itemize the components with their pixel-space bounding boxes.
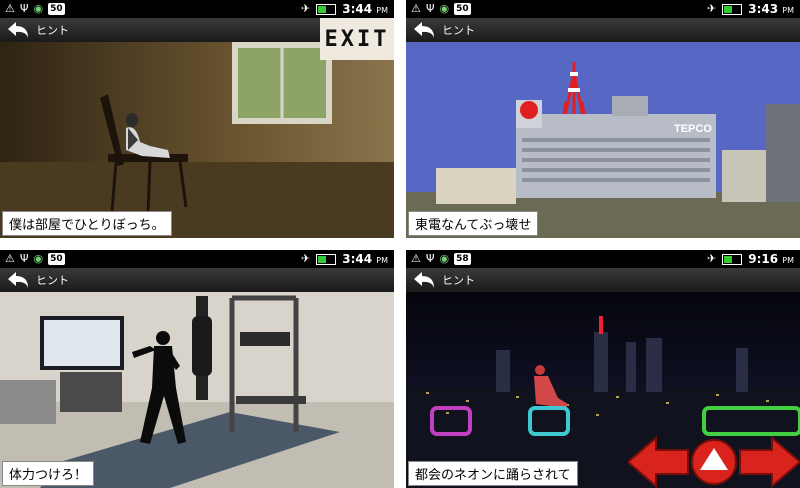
- alert-icon: ⚠: [411, 252, 421, 265]
- title-bar: ヒント: [0, 268, 394, 292]
- wifi-icon: ◉: [33, 252, 44, 265]
- alert-icon: ⚠: [5, 2, 15, 15]
- battery-icon: [722, 3, 743, 15]
- status-bar: ⚠ Ψ ◉ 50 ✈ 3:44 PM: [0, 0, 394, 18]
- nav-title: ヒント: [442, 274, 475, 287]
- airplane-icon: ✈: [301, 252, 311, 265]
- battery-icon: [316, 253, 337, 265]
- nav-title: ヒント: [36, 274, 69, 287]
- back-arrow-icon[interactable]: [412, 20, 436, 40]
- airplane-icon: ✈: [301, 2, 311, 15]
- left-arrow-icon[interactable]: [628, 436, 689, 488]
- status-bar: ⚠ Ψ ◉ 58 ✈ 9:16 PM: [406, 250, 800, 268]
- control-pad: [628, 436, 800, 488]
- status-bar: ⚠ Ψ ◉ 50 ✈ 3:43 PM: [406, 0, 800, 18]
- notification-badge: 50: [454, 3, 471, 15]
- back-arrow-icon[interactable]: [6, 270, 30, 290]
- nav-title: ヒント: [36, 24, 69, 37]
- caption: 僕は部屋でひとりぼっち。: [2, 211, 172, 236]
- wifi-icon: ◉: [33, 2, 44, 15]
- airplane-icon: ✈: [707, 2, 717, 15]
- notification-badge: 50: [48, 3, 65, 15]
- room-scene: [0, 42, 394, 238]
- usb-icon: Ψ: [19, 2, 29, 15]
- screenshot-night-city: ⚠ Ψ ◉ 58 ✈ 9:16 PM ヒント 都会のネオンに踊らされて: [406, 250, 800, 488]
- clock: 9:16 PM: [748, 252, 794, 266]
- battery-icon: [722, 253, 743, 265]
- clock: 3:44 PM: [342, 252, 388, 266]
- usb-icon: Ψ: [19, 252, 29, 265]
- alert-icon: ⚠: [411, 2, 421, 15]
- gym-scene: [0, 292, 394, 488]
- clock: 3:43 PM: [748, 2, 794, 16]
- battery-icon: [316, 3, 337, 15]
- nav-title: ヒント: [442, 24, 475, 37]
- notification-badge: 58: [454, 253, 471, 265]
- wifi-icon: ◉: [439, 2, 450, 15]
- exit-button[interactable]: EXIT: [320, 18, 394, 60]
- screenshot-room: ⚠ Ψ ◉ 50 ✈ 3:44 PM ヒント EXIT 僕は部屋でひとりぼっち。: [0, 0, 394, 238]
- screenshot-gym: ⚠ Ψ ◉ 50 ✈ 3:44 PM ヒント 体力つけろ！: [0, 250, 394, 488]
- airplane-icon: ✈: [707, 252, 717, 265]
- back-arrow-icon[interactable]: [412, 270, 436, 290]
- tepco-scene: TEPCO: [406, 42, 800, 238]
- caption: 都会のネオンに踊らされて: [408, 461, 578, 486]
- title-bar: ヒント: [406, 268, 800, 292]
- usb-icon: Ψ: [425, 2, 435, 15]
- back-arrow-icon[interactable]: [6, 20, 30, 40]
- caption: 体力つけろ！: [2, 461, 95, 486]
- notification-badge: 50: [48, 253, 65, 265]
- caption: 東電なんてぶっ壊せ: [408, 211, 539, 236]
- usb-icon: Ψ: [425, 252, 435, 265]
- tepco-sign: TEPCO: [674, 123, 712, 135]
- right-arrow-icon[interactable]: [739, 436, 800, 488]
- clock: 3:44 PM: [342, 2, 388, 16]
- wifi-icon: ◉: [439, 252, 450, 265]
- status-bar: ⚠ Ψ ◉ 50 ✈ 3:44 PM: [0, 250, 394, 268]
- screenshot-tepco: TEPCO ⚠ Ψ ◉ 50 ✈ 3:43 PM ヒント 東電なんてぶっ壊せ: [406, 0, 800, 238]
- alert-icon: ⚠: [5, 252, 15, 265]
- title-bar: ヒント: [406, 18, 800, 42]
